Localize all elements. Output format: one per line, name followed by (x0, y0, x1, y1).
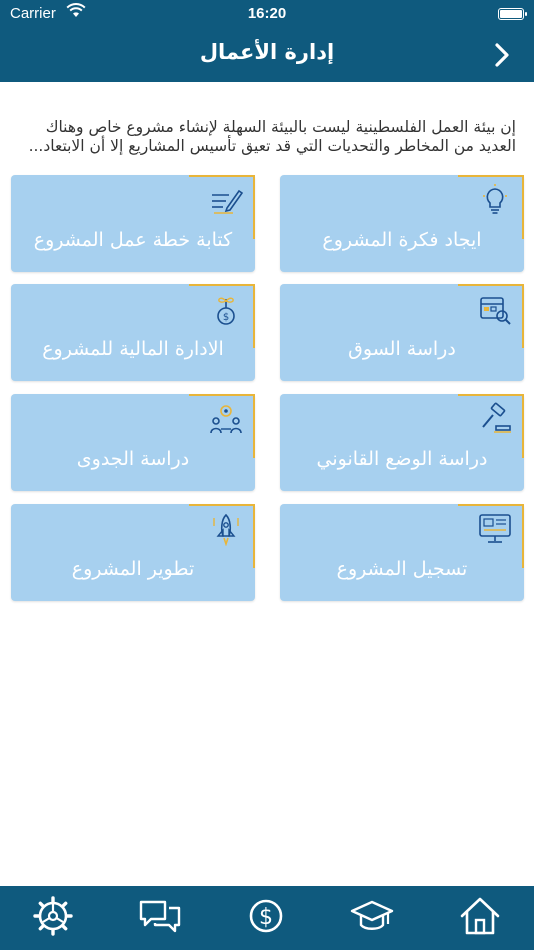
card-accent (189, 504, 255, 506)
tab-education[interactable] (350, 894, 394, 938)
card-label: تطوير المشروع (71, 558, 195, 580)
card-accent (522, 504, 524, 568)
card-legal-status[interactable]: دراسة الوضع القانوني (280, 394, 524, 491)
gavel-icon (482, 402, 511, 433)
card-accent (189, 284, 255, 286)
card-accent (189, 175, 255, 177)
home-icon (460, 897, 500, 935)
card-accent (458, 394, 524, 396)
svg-text:$: $ (259, 905, 273, 930)
card-label: تسجيل المشروع (336, 558, 468, 580)
graduation-cap-icon (350, 900, 394, 930)
topics-grid: ايجاد فكرة المشروع كتابة خطة عمل المشروع… (0, 0, 534, 620)
chat-icon (139, 900, 181, 933)
registration-monitor-icon (479, 514, 511, 543)
dollar-icon: $ (249, 899, 283, 933)
card-label: الادارة المالية للمشروع (42, 338, 224, 360)
card-business-plan[interactable]: كتابة خطة عمل المشروع (11, 175, 255, 272)
market-analysis-icon (480, 297, 511, 325)
card-accent (522, 394, 524, 458)
card-label: ايجاد فكرة المشروع (322, 229, 482, 251)
card-project-development[interactable]: تطوير المشروع (11, 504, 255, 601)
money-plant-icon: $ (217, 297, 235, 325)
card-financial-management[interactable]: $ الادارة المالية للمشروع (11, 284, 255, 381)
svg-text:$: $ (223, 312, 229, 323)
card-feasibility-study[interactable]: دراسة الجدوى (11, 394, 255, 491)
card-accent (253, 504, 255, 568)
card-accent (458, 284, 524, 286)
card-accent (253, 284, 255, 348)
card-accent (458, 175, 524, 177)
settings-icon (33, 896, 73, 936)
lightbulb-icon (483, 184, 507, 214)
card-accent (189, 394, 255, 396)
card-accent (253, 394, 255, 458)
feasibility-team-icon (210, 405, 242, 434)
card-label: كتابة خطة عمل المشروع (33, 229, 233, 251)
card-label: دراسة الوضع القانوني (316, 448, 488, 470)
card-project-registration[interactable]: تسجيل المشروع (280, 504, 524, 601)
card-accent (522, 175, 524, 239)
tab-settings[interactable] (31, 894, 75, 938)
tab-chat[interactable] (138, 894, 182, 938)
rocket-icon (213, 513, 239, 546)
card-accent (522, 284, 524, 348)
card-find-project-idea[interactable]: ايجاد فكرة المشروع (280, 175, 524, 272)
bottom-tab-bar: $ (0, 886, 534, 950)
tab-home[interactable] (458, 894, 502, 938)
card-label: دراسة السوق (348, 338, 456, 360)
writing-icon (212, 189, 243, 214)
card-market-study[interactable]: دراسة السوق (280, 284, 524, 381)
card-accent (253, 175, 255, 239)
tab-finance[interactable]: $ (244, 894, 288, 938)
card-label: دراسة الجدوى (76, 448, 190, 470)
card-accent (458, 504, 524, 506)
